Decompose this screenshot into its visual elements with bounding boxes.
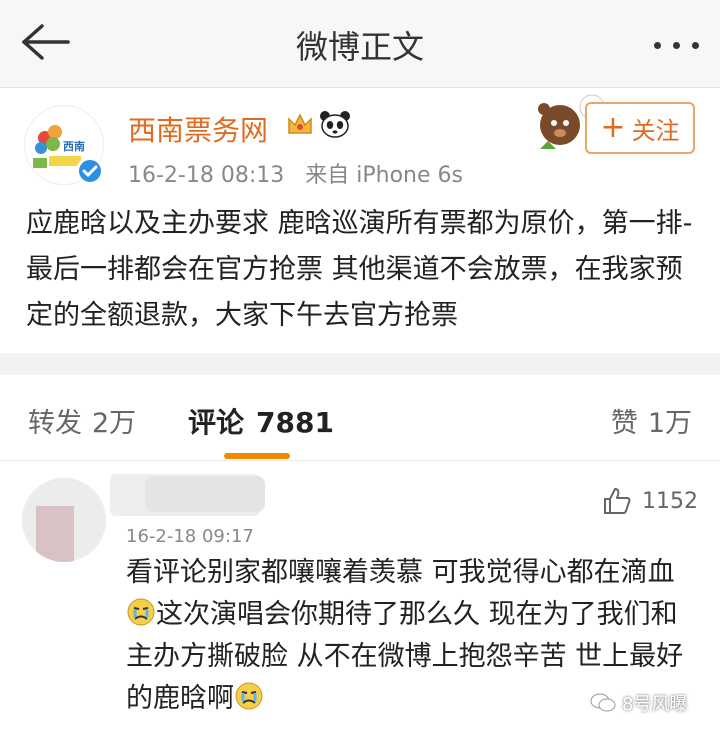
active-tab-indicator: [224, 453, 290, 459]
action-tabs: 转发 2万 评论 7881 赞 1万: [0, 375, 720, 461]
post-time: 16-2-18 08:13: [128, 163, 285, 188]
avatar-logo-text: 西南: [63, 140, 85, 153]
crown-icon: [288, 113, 312, 134]
repost-label: 转发: [28, 408, 82, 439]
post-meta: 16-2-18 08:13 来自 iPhone 6s: [128, 157, 477, 189]
comment-label: 评论: [188, 406, 245, 439]
top-bar: 微博正文: [0, 0, 720, 88]
comment-time: 16-2-18 09:17: [126, 526, 254, 547]
comment-text-part1: 看评论别家都嚷嚷着羡慕 可我觉得心都在滴血: [126, 557, 675, 588]
watermark-text: 8号风曝: [622, 694, 688, 715]
repost-count: 2万: [92, 408, 137, 439]
watermark: 8号风曝: [590, 690, 687, 716]
author-name[interactable]: 西南票务网: [128, 109, 268, 149]
like-count: 1万: [647, 408, 692, 439]
crying-emoji-icon: [127, 598, 155, 626]
thumbs-up-icon: [604, 488, 631, 514]
wechat-icon: [590, 693, 616, 712]
section-divider: [0, 353, 720, 375]
comment-like-button[interactable]: 1152: [602, 486, 698, 516]
follow-label: 关注: [631, 116, 680, 145]
post-source: 来自 iPhone 6s: [305, 163, 463, 188]
tab-like[interactable]: 赞 1万: [611, 401, 692, 440]
more-dots-icon[interactable]: [652, 26, 702, 62]
verified-icon: [76, 157, 104, 185]
follow-button[interactable]: + 关注: [585, 102, 695, 154]
plus-icon: +: [600, 110, 626, 145]
weibo-post: 西南 西南票务网 16-2-18 08:13 来自 iPhone 6s + 关注…: [0, 89, 720, 353]
commenter-avatar[interactable]: [22, 478, 106, 562]
tab-comment[interactable]: 评论 7881: [188, 401, 334, 441]
page-title: 微博正文: [295, 28, 424, 66]
commenter-name-blur-overlay: [145, 476, 265, 512]
comment-count: 7881: [256, 406, 334, 439]
crying-emoji-icon: [235, 682, 263, 710]
comment-like-count: 1152: [642, 488, 698, 514]
like-label: 赞: [610, 408, 638, 439]
tab-repost[interactable]: 转发 2万: [28, 401, 136, 440]
post-text: 应鹿晗以及主办要求 鹿晗巡演所有票都为原价，第一排-最后一排都会在官方抢票 其他…: [26, 208, 693, 331]
panda-icon: [320, 111, 350, 138]
